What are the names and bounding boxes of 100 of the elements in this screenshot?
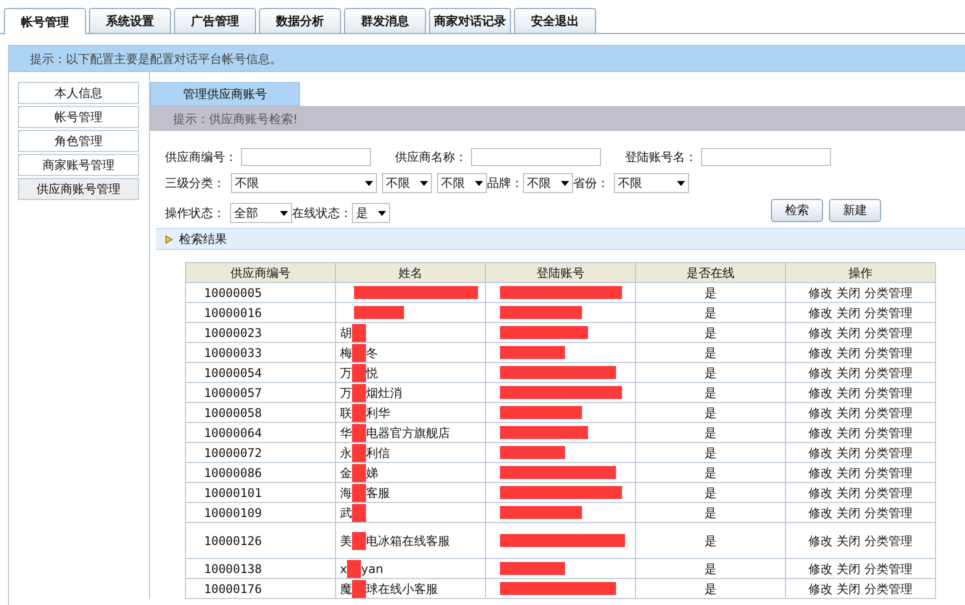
- field-label: 登陆账号名：: [625, 149, 698, 166]
- action-link[interactable]: 关闭: [836, 324, 860, 342]
- table-cell-text: 电冰箱在线客服: [366, 532, 450, 550]
- table-cell-text: 娣: [366, 464, 378, 482]
- nav-tab[interactable]: 广告管理: [174, 8, 256, 33]
- action-link[interactable]: 修改: [808, 464, 832, 482]
- action-link[interactable]: 关闭: [836, 560, 860, 578]
- sidebar-item[interactable]: 帐号管理: [18, 106, 139, 128]
- action-link[interactable]: 修改: [808, 532, 832, 550]
- action-link[interactable]: 关闭: [836, 344, 860, 362]
- action-link[interactable]: 分类管理: [864, 344, 912, 362]
- section-title: 检索结果: [179, 231, 227, 248]
- redaction-mark: [352, 580, 366, 598]
- redaction-mark: [352, 424, 366, 442]
- province-select[interactable]: 不限: [614, 173, 689, 193]
- action-link[interactable]: 关闭: [836, 364, 860, 382]
- table-cell: 10000054: [186, 362, 336, 382]
- action-link[interactable]: 分类管理: [864, 484, 912, 502]
- nav-tab[interactable]: 商家对话记录: [429, 8, 511, 33]
- nav-tab[interactable]: 帐号管理: [4, 8, 86, 34]
- action-link[interactable]: 分类管理: [864, 404, 912, 422]
- action-link[interactable]: 修改: [808, 560, 832, 578]
- action-link[interactable]: 分类管理: [864, 560, 912, 578]
- action-link[interactable]: 关闭: [836, 484, 860, 502]
- action-link[interactable]: 关闭: [836, 304, 860, 322]
- sidebar-item[interactable]: 角色管理: [18, 130, 139, 152]
- action-link[interactable]: 关闭: [836, 444, 860, 462]
- action-link[interactable]: 关闭: [836, 504, 860, 522]
- table-cell-text: 武: [340, 504, 352, 522]
- table-cell: 10000109: [186, 502, 336, 522]
- category-select[interactable]: 不限: [231, 173, 377, 193]
- redaction-mark: [352, 344, 366, 362]
- input-field[interactable]: [701, 148, 831, 166]
- action-link[interactable]: 分类管理: [864, 444, 912, 462]
- action-link[interactable]: 修改: [808, 504, 832, 522]
- action-link[interactable]: 关闭: [836, 580, 860, 598]
- action-link[interactable]: 分类管理: [864, 580, 912, 598]
- action-link[interactable]: 分类管理: [864, 364, 912, 382]
- action-link[interactable]: 关闭: [836, 284, 860, 302]
- table-cell: 是: [636, 282, 786, 302]
- brand-select[interactable]: 不限: [523, 173, 573, 193]
- action-link[interactable]: 修改: [808, 404, 832, 422]
- action-link[interactable]: 关闭: [836, 464, 860, 482]
- online-select[interactable]: 是: [352, 203, 390, 223]
- redaction-mark: [352, 532, 366, 550]
- action-link[interactable]: 修改: [808, 364, 832, 382]
- table-cell: 是: [636, 462, 786, 482]
- table-cell-text: 梅: [340, 344, 352, 362]
- action-link[interactable]: 修改: [808, 344, 832, 362]
- action-link[interactable]: 修改: [808, 324, 832, 342]
- dropdown-arrow-icon: [677, 180, 685, 186]
- table-cell: 10000064: [186, 422, 336, 442]
- action-link[interactable]: 关闭: [836, 384, 860, 402]
- action-link[interactable]: 关闭: [836, 532, 860, 550]
- field-label: 三级分类：: [165, 175, 226, 192]
- nav-tab[interactable]: 系统设置: [89, 8, 171, 33]
- action-link[interactable]: 分类管理: [864, 384, 912, 402]
- column-header: 姓名: [336, 262, 486, 282]
- sidebar-item[interactable]: 本人信息: [18, 82, 139, 104]
- action-link[interactable]: 分类管理: [864, 284, 912, 302]
- action-link[interactable]: 分类管理: [864, 304, 912, 322]
- action-link[interactable]: 分类管理: [864, 464, 912, 482]
- table-cell: 10000126: [186, 522, 336, 558]
- table-cell: 是: [636, 342, 786, 362]
- action-link[interactable]: 修改: [808, 484, 832, 502]
- table-cell: 10000058: [186, 402, 336, 422]
- action-link[interactable]: 关闭: [836, 404, 860, 422]
- action-link[interactable]: 关闭: [836, 424, 860, 442]
- action-link[interactable]: 修改: [808, 580, 832, 598]
- table-cell-text: x: [340, 560, 348, 578]
- table-cell-text: 永: [340, 444, 352, 462]
- panel-tab[interactable]: 管理供应商账号: [150, 82, 300, 106]
- category-select[interactable]: 不限: [437, 173, 487, 193]
- sidebar-item[interactable]: 供应商账号管理: [18, 178, 139, 200]
- action-link[interactable]: 分类管理: [864, 324, 912, 342]
- column-header: 是否在线: [636, 262, 786, 282]
- nav-tab[interactable]: 数据分析: [259, 8, 341, 33]
- category-select[interactable]: 不限: [382, 173, 432, 193]
- input-field[interactable]: [241, 148, 371, 166]
- search-button[interactable]: 检索: [771, 198, 823, 222]
- table-cell-text: 华: [340, 424, 352, 442]
- input-field[interactable]: [471, 148, 601, 166]
- table-cell-text: 金: [340, 464, 352, 482]
- table-cell-text: 海: [340, 484, 352, 502]
- nav-tab[interactable]: 安全退出: [514, 8, 596, 33]
- sidebar-item[interactable]: 商家账号管理: [18, 154, 139, 176]
- action-link[interactable]: 分类管理: [864, 504, 912, 522]
- dropdown-arrow-icon: [420, 180, 428, 186]
- action-link[interactable]: 修改: [808, 444, 832, 462]
- action-link[interactable]: 修改: [808, 384, 832, 402]
- new-button[interactable]: 新建: [829, 198, 881, 222]
- action-link[interactable]: 分类管理: [864, 424, 912, 442]
- action-link[interactable]: 分类管理: [864, 532, 912, 550]
- action-link[interactable]: 修改: [808, 424, 832, 442]
- action-link[interactable]: 修改: [808, 284, 832, 302]
- nav-tab[interactable]: 群发消息: [344, 8, 426, 33]
- table-cell: 是: [636, 302, 786, 322]
- action-link[interactable]: 修改: [808, 304, 832, 322]
- status-select[interactable]: 全部: [230, 203, 292, 223]
- table-cell-text: 冬: [366, 344, 378, 362]
